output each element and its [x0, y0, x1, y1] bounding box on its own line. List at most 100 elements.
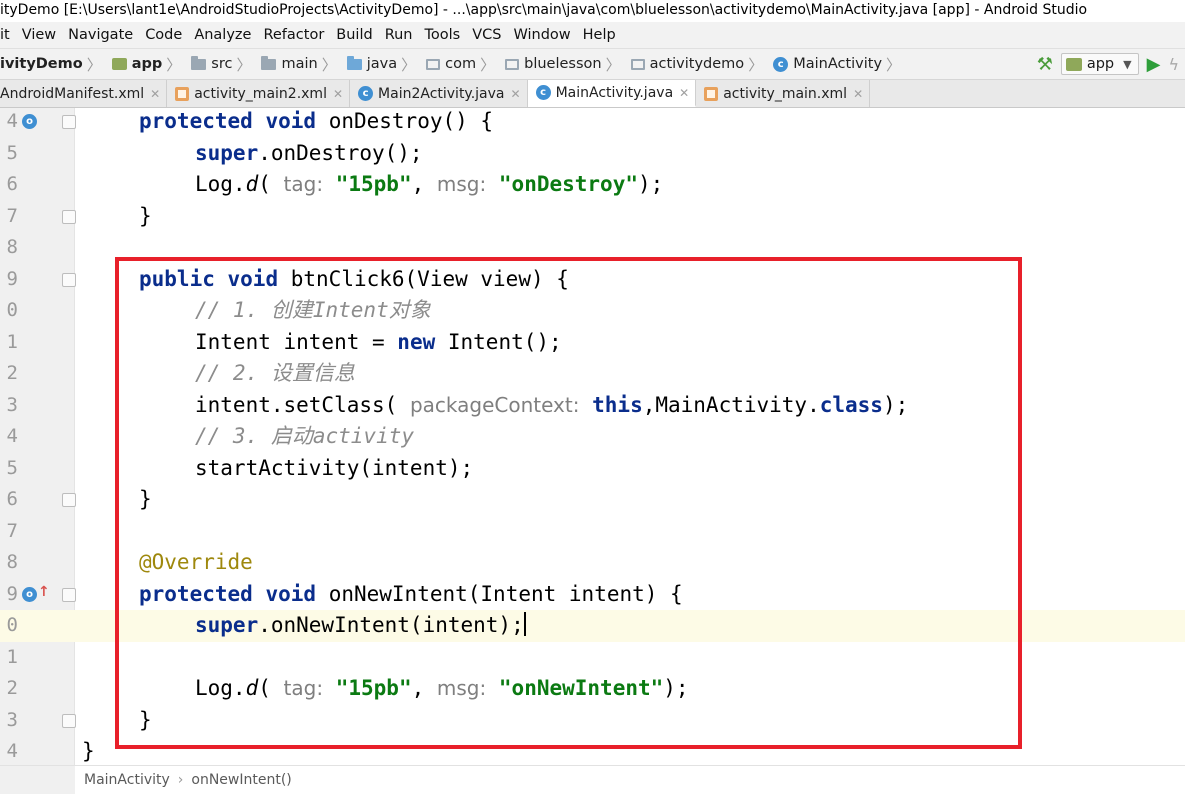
- code-line: 8: [0, 232, 1185, 264]
- line-number: 0: [6, 614, 18, 636]
- code-line: 3 intent.setClass( packageContext: this,…: [0, 390, 1185, 422]
- line-number: 1: [6, 330, 18, 353]
- breadcrumb-bluelesson[interactable]: bluelesson 〉: [505, 49, 630, 79]
- folder-icon: [261, 55, 277, 70]
- line-number: 8: [6, 551, 18, 573]
- code-line: 4 o protected void onDestroy() {: [0, 108, 1185, 138]
- close-icon[interactable]: ✕: [511, 87, 521, 101]
- chevron-right-icon: 〉: [748, 55, 764, 74]
- chevron-right-icon: 〉: [480, 55, 496, 74]
- fold-icon[interactable]: [62, 272, 76, 287]
- fold-icon[interactable]: [62, 713, 76, 728]
- android-module-icon: [1065, 57, 1082, 71]
- menu-run[interactable]: Run: [379, 22, 419, 48]
- tab-main2activity-java[interactable]: c Main2Activity.java ✕: [350, 80, 528, 107]
- breadcrumb-mainactivity[interactable]: c MainActivity 〉: [773, 49, 911, 79]
- run-configuration-select[interactable]: app ▼: [1060, 53, 1139, 75]
- breadcrumb-label: java: [366, 56, 398, 72]
- breadcrumb-main[interactable]: main 〉: [261, 49, 346, 79]
- tab-mainactivity-java[interactable]: c MainActivity.java ✕: [527, 80, 697, 107]
- line-number: 1: [6, 645, 18, 668]
- line-number: 4: [6, 110, 18, 132]
- close-icon[interactable]: ✕: [679, 86, 689, 100]
- line-number: 7: [6, 204, 18, 227]
- breadcrumb-java[interactable]: java 〉: [346, 49, 426, 79]
- menu-edit[interactable]: it: [0, 22, 16, 48]
- code-text: Log.d( tag: "15pb", msg: "onNewIntent");: [195, 676, 689, 700]
- chevron-right-icon: 〉: [236, 55, 252, 74]
- chevron-right-icon: 〉: [86, 55, 102, 74]
- chevron-right-icon: 〉: [886, 55, 902, 74]
- menu-navigate[interactable]: Navigate: [62, 22, 139, 48]
- tab-activity-main2-xml[interactable]: activity_main2.xml ✕: [167, 80, 351, 107]
- build-hammer-icon[interactable]: ⚒: [1037, 54, 1053, 75]
- tab-activity-main-xml[interactable]: activity_main.xml ✕: [696, 80, 871, 107]
- apply-changes-icon[interactable]: ϟ: [1168, 55, 1179, 74]
- breadcrumb-com[interactable]: com 〉: [426, 49, 505, 79]
- fold-icon[interactable]: [62, 209, 76, 224]
- breadcrumb-label: src: [211, 56, 233, 72]
- breadcrumb-class[interactable]: MainActivity: [84, 772, 170, 788]
- close-icon[interactable]: ✕: [333, 87, 343, 101]
- override-marker-icon[interactable]: o: [22, 586, 37, 602]
- chevron-right-icon: 〉: [605, 55, 621, 74]
- code-line: 2 Log.d( tag: "15pb", msg: "onNewIntent"…: [0, 673, 1185, 705]
- breadcrumb-label: ivityDemo: [0, 56, 83, 72]
- breadcrumb-method[interactable]: onNewIntent(): [191, 772, 291, 788]
- code-line: 8 @Override: [0, 547, 1185, 579]
- code-text: protected void onNewIntent(Intent intent…: [139, 581, 683, 606]
- code-editor[interactable]: 4 o protected void onDestroy() { 5 super…: [0, 108, 1185, 765]
- breadcrumb-app[interactable]: app 〉: [111, 49, 192, 79]
- breadcrumb-project[interactable]: ivityDemo 〉: [0, 49, 112, 79]
- menu-analyze[interactable]: Analyze: [188, 22, 257, 48]
- line-number: 3: [6, 708, 18, 731]
- menu-build[interactable]: Build: [330, 22, 378, 48]
- line-number: 6: [6, 173, 18, 195]
- class-icon: c: [773, 56, 789, 72]
- package-icon: [630, 58, 645, 70]
- line-number: 8: [6, 236, 18, 258]
- menu-help[interactable]: Help: [577, 22, 622, 48]
- line-number: 7: [6, 519, 18, 542]
- menu-window[interactable]: Window: [507, 22, 576, 48]
- line-number: 5: [6, 456, 18, 479]
- package-icon: [426, 58, 441, 70]
- menu-view[interactable]: View: [16, 22, 62, 48]
- override-marker-icon[interactable]: o: [22, 114, 37, 129]
- fold-icon[interactable]: [62, 115, 76, 129]
- chevron-right-icon: 〉: [321, 55, 337, 74]
- fold-icon[interactable]: [62, 493, 76, 507]
- arrow-up-icon[interactable]: ↑: [38, 584, 50, 600]
- parameter-hint: msg:: [436, 676, 487, 700]
- code-line: 5 startActivity(intent);: [0, 453, 1185, 485]
- tab-androidmanifest[interactable]: AndroidManifest.xml ✕: [0, 80, 168, 107]
- fold-icon[interactable]: [62, 587, 76, 602]
- menu-tools[interactable]: Tools: [419, 22, 467, 48]
- tab-label: MainActivity.java: [555, 84, 674, 101]
- line-number: 4: [6, 425, 18, 447]
- code-line: 4 }: [0, 736, 1185, 765]
- menu-code[interactable]: Code: [139, 22, 188, 48]
- code-line: 7: [0, 516, 1185, 548]
- code-comment: // 3. 启动activity: [195, 424, 415, 448]
- close-icon[interactable]: ✕: [150, 87, 160, 101]
- tab-label: activity_main.xml: [723, 85, 848, 102]
- code-text: }: [139, 203, 152, 228]
- line-number: 0: [6, 299, 18, 321]
- menu-refactor[interactable]: Refactor: [257, 22, 330, 48]
- code-line: 7 }: [0, 201, 1185, 233]
- chevron-down-icon: ▼: [1123, 57, 1132, 71]
- breadcrumb-label: main: [281, 56, 318, 72]
- menu-vcs[interactable]: VCS: [466, 22, 507, 48]
- editor-tabs: AndroidManifest.xml ✕ activity_main2.xml ✕…: [0, 80, 1185, 108]
- chevron-right-icon: 〉: [166, 55, 182, 74]
- parameter-hint: msg:: [436, 172, 487, 196]
- close-icon[interactable]: ✕: [853, 87, 863, 101]
- line-number: 2: [6, 362, 18, 384]
- breadcrumb-src[interactable]: src 〉: [191, 49, 261, 79]
- line-number: 2: [6, 677, 18, 699]
- run-configuration-label: app: [1086, 56, 1115, 72]
- breadcrumb-activitydemo[interactable]: activitydemo 〉: [630, 49, 774, 79]
- run-icon[interactable]: ▶: [1147, 54, 1161, 75]
- code-text: super.onDestroy();: [195, 140, 423, 165]
